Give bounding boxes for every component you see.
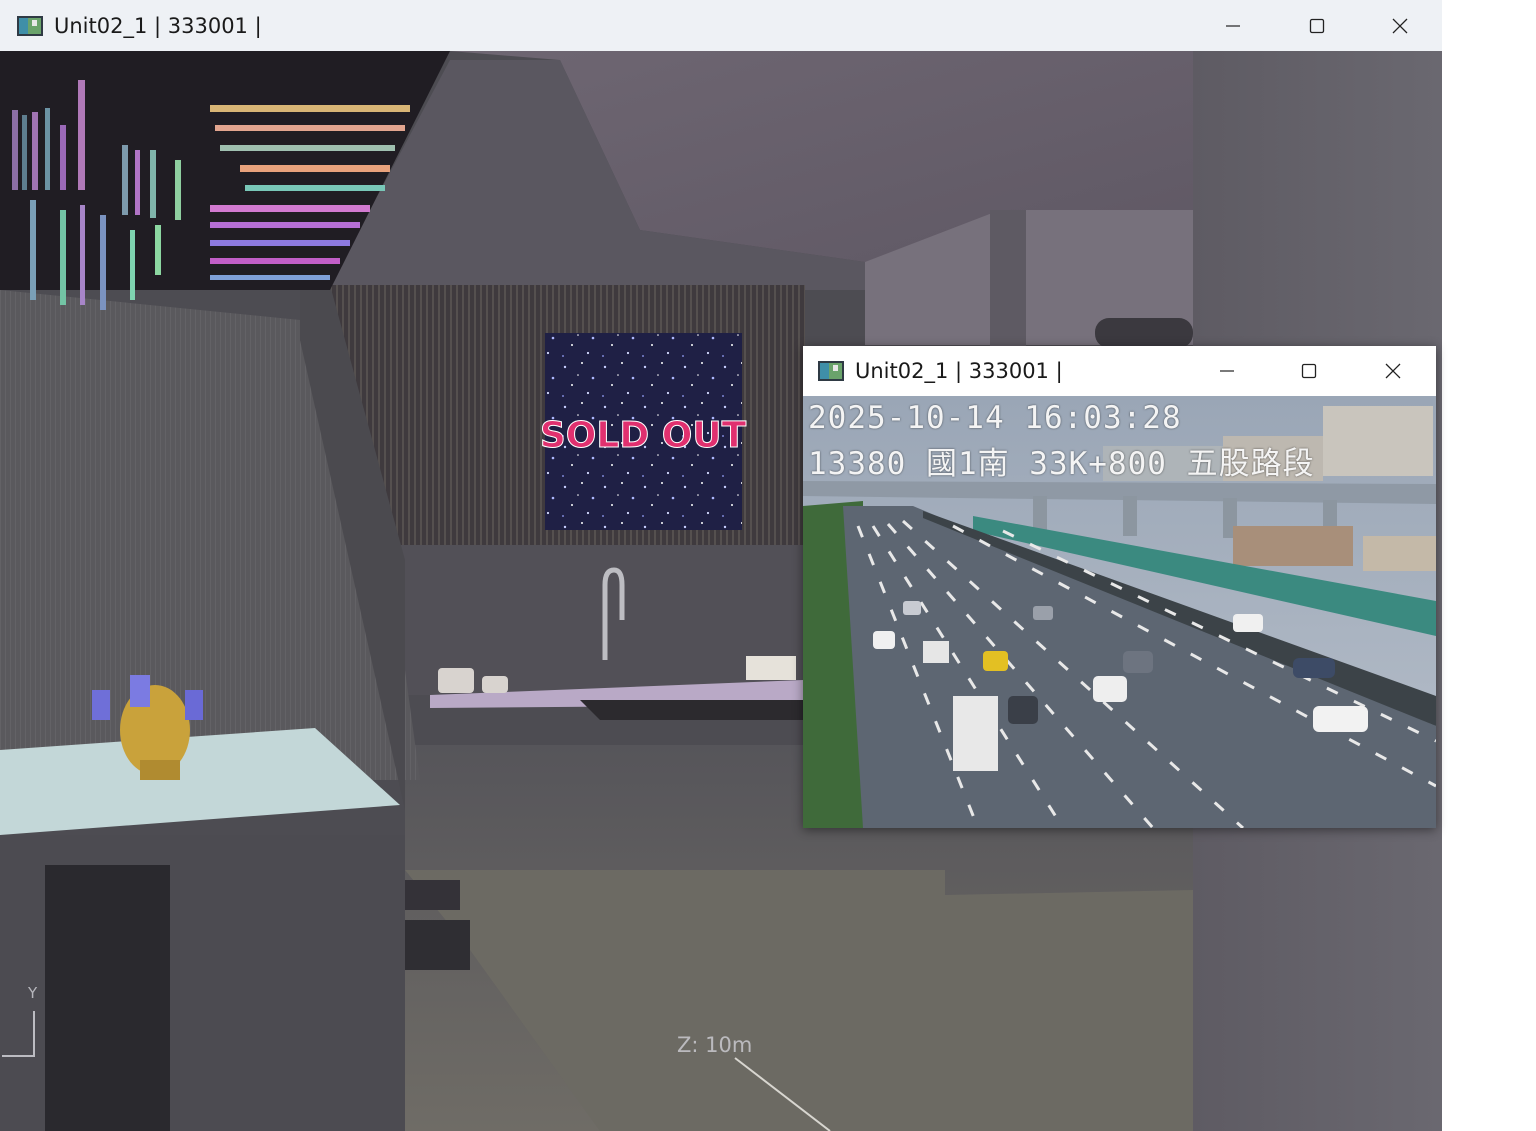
close-button[interactable] <box>1358 0 1442 51</box>
poster-text: SOLD OUT <box>540 415 747 456</box>
minimize-icon <box>1226 24 1240 27</box>
minimize-icon <box>1220 370 1234 372</box>
camera-titlebar[interactable]: Unit02_1 | 333001 | <box>803 346 1436 396</box>
maximize-button[interactable] <box>1275 0 1359 51</box>
osd-location: 13380 國1南 33K+800 五股路段 <box>808 446 1315 482</box>
close-icon <box>1392 18 1408 33</box>
osd-datetime: 2025-10-14 16:03:28 <box>808 400 1182 436</box>
minimize-button[interactable] <box>1191 0 1275 51</box>
main-titlebar[interactable]: Unit02_1 | 333001 | <box>0 0 1442 51</box>
minimize-button[interactable] <box>1185 346 1269 396</box>
axis-gizmo <box>2 1011 35 1057</box>
app-icon <box>16 15 44 37</box>
axis-label-y: Y <box>28 984 38 1002</box>
window-title: Unit02_1 | 333001 | <box>54 13 262 38</box>
traffic-camera-feed: 2025-10-14 16:03:28 13380 國1南 33K+800 五股… <box>803 396 1436 828</box>
maximize-icon <box>1301 363 1317 379</box>
app-icon <box>817 360 845 382</box>
zoom-readout: Z: 10m <box>677 1033 753 1057</box>
close-button[interactable] <box>1351 346 1435 396</box>
maximize-icon <box>1309 18 1325 33</box>
close-icon <box>1385 363 1401 379</box>
maximize-button[interactable] <box>1267 346 1351 396</box>
camera-window: Unit02_1 | 333001 | 2025-10-14 16:03:28 … <box>803 346 1436 828</box>
window-title: Unit02_1 | 333001 | <box>855 359 1063 383</box>
